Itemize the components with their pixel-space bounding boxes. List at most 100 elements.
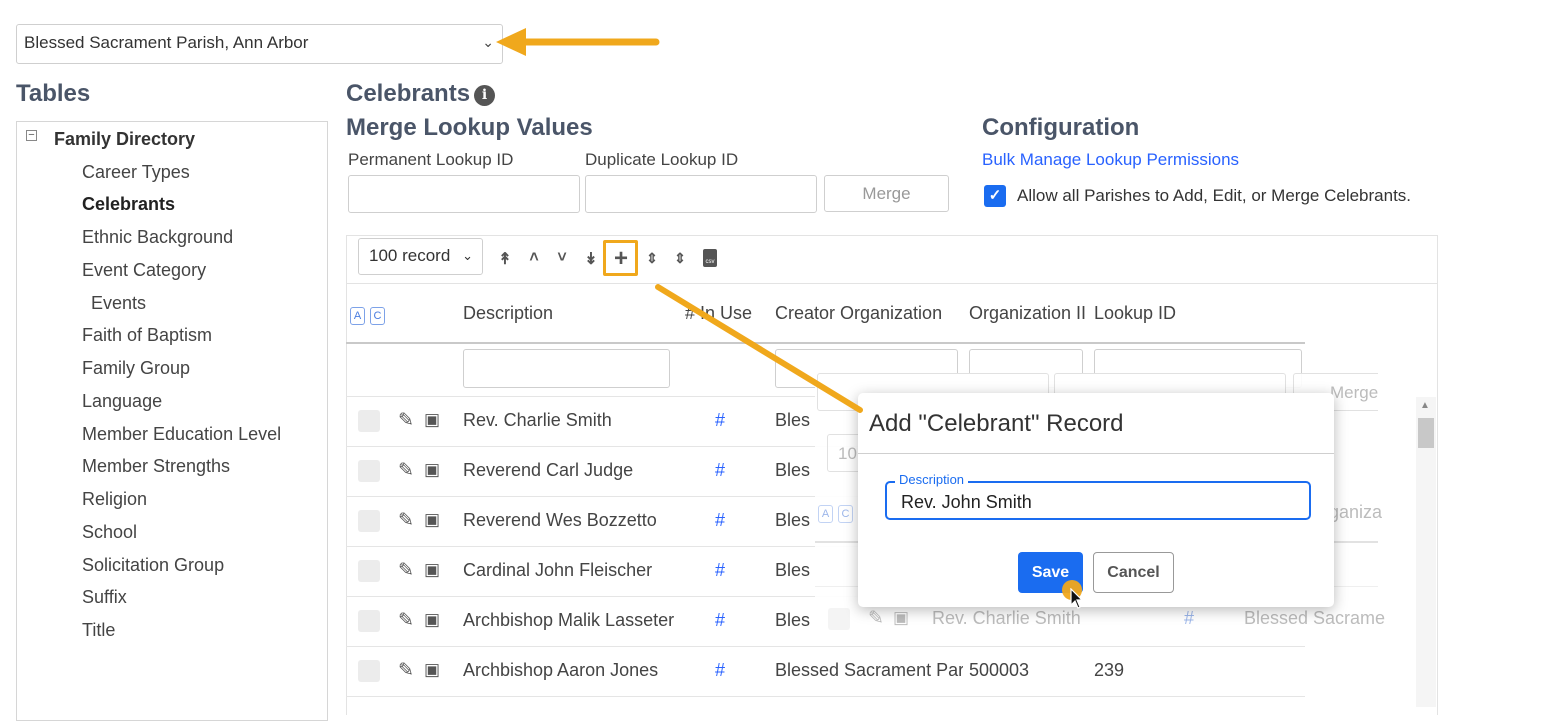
picture-icon[interactable]: ▣ — [424, 510, 440, 530]
sidebar-item[interactable]: Religion — [82, 489, 147, 510]
cancel-button[interactable]: Cancel — [1093, 552, 1174, 593]
ac-button-a[interactable]: A — [350, 307, 365, 325]
column-header-description[interactable]: Description — [463, 303, 553, 324]
sidebar-item[interactable]: School — [82, 522, 137, 543]
header-divider — [346, 342, 1305, 344]
row-divider — [346, 646, 1305, 647]
sidebar-item[interactable]: Solicitation Group — [82, 555, 224, 576]
cell-in-use-link[interactable]: # — [715, 510, 725, 531]
column-header-in-use[interactable]: # In Use — [685, 303, 752, 324]
duplicate-id-label: Duplicate Lookup ID — [585, 150, 739, 169]
merge-button[interactable]: Merge — [824, 175, 949, 212]
sidebar-title: Tables — [16, 80, 91, 107]
row-checkbox[interactable] — [358, 560, 380, 582]
sidebar-item[interactable]: Title — [82, 620, 115, 641]
toolbar-divider — [346, 283, 1438, 284]
bulk-manage-link[interactable]: Bulk Manage Lookup Permissions — [982, 150, 1239, 170]
duplicate-id-input[interactable] — [585, 175, 817, 213]
column-header-creator-org[interactable]: Creator Organization — [775, 303, 942, 324]
filter-description[interactable] — [463, 349, 670, 388]
sidebar-item[interactable]: Career Types — [82, 162, 190, 183]
pencil-icon[interactable]: ✎ — [398, 459, 414, 482]
description-field-label: Description — [895, 472, 969, 487]
sidebar-item[interactable]: Member Strengths — [82, 456, 230, 477]
merge-section-title: Merge Lookup Values — [346, 114, 593, 141]
add-button-highlight — [603, 240, 638, 276]
check-icon: ✓ — [988, 187, 1002, 204]
row-divider — [346, 696, 1305, 697]
parish-select[interactable]: Blessed Sacrament Parish, Ann Arbor ⌄ — [16, 24, 503, 64]
allow-all-label: Allow all Parishes to Add, Edit, or Merg… — [1017, 186, 1412, 205]
sidebar-item[interactable]: Event Category — [82, 260, 206, 281]
description-field-value[interactable]: Rev. John Smith — [901, 492, 1032, 513]
picture-icon[interactable]: ▣ — [424, 410, 440, 430]
tree-root-family-directory[interactable]: Family Directory — [54, 129, 195, 150]
column-header-org-id[interactable]: Organization II — [969, 303, 1087, 324]
picture-icon[interactable]: ▣ — [424, 610, 440, 630]
down-icon[interactable]: ˅ — [552, 249, 572, 267]
sidebar-item[interactable]: Member Education Level — [82, 424, 281, 445]
cell-creator: Bles — [775, 410, 811, 430]
column-header-lookup-id[interactable]: Lookup ID — [1094, 303, 1176, 324]
cell-description: Reverend Carl Judge — [463, 460, 634, 480]
picture-icon[interactable]: ▣ — [424, 660, 440, 680]
cell-description: Rev. Charlie Smith — [463, 410, 612, 430]
sidebar-item[interactable]: Ethnic Background — [82, 227, 233, 248]
row-checkbox[interactable] — [358, 610, 380, 632]
add-celebrant-dialog: Add "Celebrant" Record Description Rev. … — [858, 393, 1334, 607]
sort-icon[interactable]: ⇕ — [642, 250, 662, 267]
info-icon[interactable]: i — [474, 85, 496, 106]
tables-tree: − Family Directory Career Types Celebran… — [16, 121, 328, 721]
scroll-up-icon[interactable]: ▲ — [1420, 400, 1430, 411]
pencil-icon[interactable]: ✎ — [398, 659, 414, 682]
permanent-id-label: Permanent Lookup ID — [348, 150, 514, 169]
cursor-icon — [1070, 588, 1084, 609]
description-field[interactable]: Description Rev. John Smith — [885, 472, 1311, 520]
ghost-ac-c: C — [838, 505, 853, 523]
cell-creator: Blessed Sacrament Par — [775, 660, 963, 680]
row-checkbox[interactable] — [358, 660, 380, 682]
cell-in-use-link[interactable]: # — [715, 410, 725, 431]
double-up-icon[interactable]: ↟ — [495, 249, 515, 269]
cell-in-use-link[interactable]: # — [715, 560, 725, 581]
ghost-row-creator: Blessed Sacrame — [1244, 608, 1386, 628]
permanent-id-input[interactable] — [348, 175, 580, 213]
sidebar-item[interactable]: Suffix — [82, 587, 127, 608]
chevron-down-icon: ⌄ — [482, 34, 494, 50]
scrollbar-thumb[interactable] — [1418, 418, 1434, 448]
row-checkbox[interactable] — [358, 510, 380, 532]
sidebar-item[interactable]: Faith of Baptism — [82, 325, 212, 346]
sidebar-item-selected[interactable]: Celebrants — [82, 194, 175, 215]
cell-creator: Bles — [775, 560, 811, 580]
cell-lookup-id: 239 — [1094, 660, 1125, 680]
ghost-row-checkbox — [828, 608, 850, 630]
picture-icon[interactable]: ▣ — [424, 460, 440, 480]
pencil-icon[interactable]: ✎ — [398, 409, 414, 432]
sidebar-item[interactable]: Events — [91, 293, 146, 314]
row-checkbox[interactable] — [358, 460, 380, 482]
sidebar-item[interactable]: Language — [82, 391, 162, 412]
row-checkbox[interactable] — [358, 410, 380, 432]
cell-description: Reverend Wes Bozzetto — [463, 510, 657, 530]
cell-creator: Bles — [775, 460, 811, 480]
pencil-icon[interactable]: ✎ — [398, 559, 414, 582]
pencil-icon[interactable]: ✎ — [398, 509, 414, 532]
allow-all-checkbox[interactable]: ✓ — [984, 185, 1006, 207]
cell-org-id: 500003 — [969, 660, 1030, 680]
picture-icon[interactable]: ▣ — [424, 560, 440, 580]
minus-box-icon[interactable]: − — [26, 130, 37, 141]
cell-in-use-link[interactable]: # — [715, 660, 725, 681]
cell-in-use-link[interactable]: # — [715, 460, 725, 481]
picture-icon: ▣ — [893, 608, 910, 627]
cell-description: Archbishop Aaron Jones — [463, 660, 659, 680]
ac-button-c[interactable]: C — [370, 307, 385, 325]
sidebar-item[interactable]: Family Group — [82, 358, 190, 379]
page-size-select[interactable]: 100 record ⌄ — [358, 238, 483, 275]
sort-icon[interactable]: ⇕ — [670, 250, 690, 267]
cell-in-use-link[interactable]: # — [715, 610, 725, 631]
pencil-icon[interactable]: ✎ — [398, 609, 414, 632]
up-icon[interactable]: ˄ — [524, 249, 544, 267]
csv-file-icon[interactable]: csv — [703, 249, 717, 267]
double-down-icon[interactable]: ↡ — [581, 249, 601, 269]
cell-creator: Bles — [775, 610, 811, 630]
